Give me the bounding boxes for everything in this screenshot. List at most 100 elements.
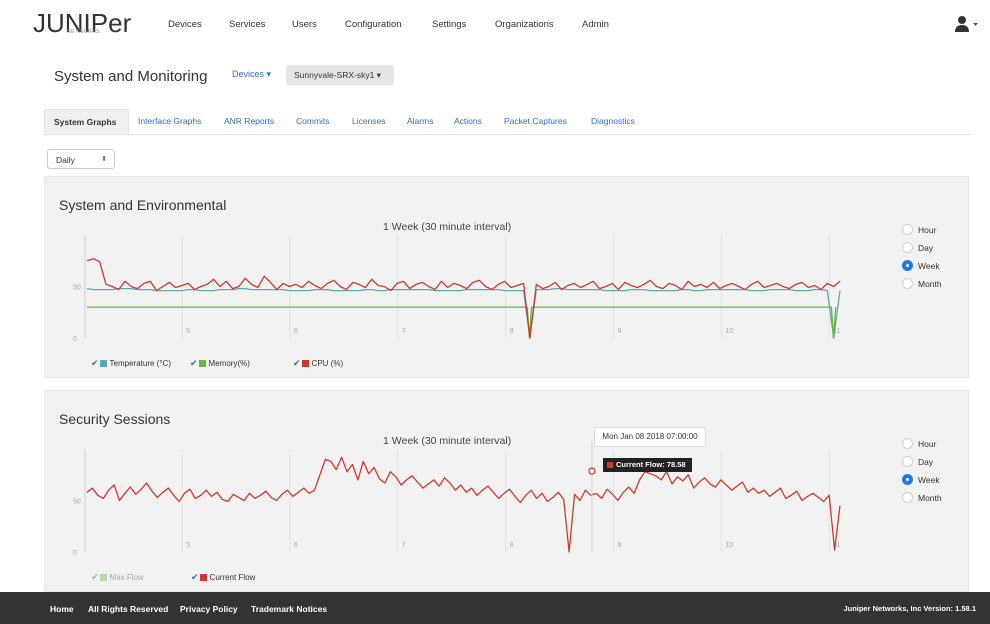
radio-week[interactable]: Week bbox=[902, 471, 942, 489]
cpu-swatch bbox=[301, 360, 309, 367]
radio-day-dot bbox=[902, 242, 913, 253]
security-chart: 5 6 7 8 9 10 11050 bbox=[73, 441, 841, 557]
radio-hour[interactable]: Hour bbox=[902, 221, 942, 239]
radio-day[interactable]: Day bbox=[902, 453, 942, 471]
series-line-cpu bbox=[86, 258, 841, 339]
series-line-current-flow bbox=[86, 456, 841, 553]
radio-hour-dot bbox=[902, 438, 913, 449]
radio-day[interactable]: Day bbox=[902, 239, 942, 257]
tab-diagnostics[interactable]: Diagnostics bbox=[591, 109, 635, 134]
tab-system-graphs[interactable]: System Graphs bbox=[44, 109, 129, 134]
radio-month-label: Month bbox=[918, 493, 942, 503]
legend-cpu-label: CPU (%) bbox=[311, 359, 344, 368]
radio-day-dot bbox=[902, 456, 913, 467]
footer-link-rights[interactable]: All Rights Reserved bbox=[88, 604, 168, 614]
tooltip-swatch bbox=[607, 462, 613, 468]
top-navigation-bar: JUNIPer NETWORKS Devices Services Users … bbox=[0, 0, 990, 50]
user-menu-icon[interactable] bbox=[953, 14, 979, 34]
radio-week-label: Week bbox=[918, 261, 940, 271]
y-tick-label: 50 bbox=[73, 285, 81, 292]
check-icon: ✔ bbox=[191, 572, 199, 582]
tab-licenses[interactable]: Licenses bbox=[352, 109, 386, 134]
legend-current-flow-label: Current Flow bbox=[209, 573, 256, 582]
nav-services[interactable]: Services bbox=[229, 19, 265, 30]
y-tick-label: 0 bbox=[73, 550, 77, 557]
nav-users[interactable]: Users bbox=[292, 19, 317, 30]
select-arrows-icon: ⬍ bbox=[101, 156, 107, 163]
legend-temperature-label: Temperature (°C) bbox=[109, 359, 171, 368]
x-tick-label: 7 bbox=[402, 542, 406, 549]
radio-day-label: Day bbox=[918, 457, 934, 467]
tab-bar: System Graphs Interface Graphs ANR Repor… bbox=[44, 109, 970, 135]
check-icon: ✔ bbox=[91, 572, 99, 582]
check-icon: ✔ bbox=[91, 358, 99, 368]
footer: Home All Rights Reserved Privacy Policy … bbox=[0, 592, 990, 624]
tab-interface-graphs[interactable]: Interface Graphs bbox=[138, 109, 201, 134]
legend-max-flow-label: Max Flow bbox=[109, 573, 144, 582]
tab-packet-captures[interactable]: Packet Captures bbox=[504, 109, 567, 134]
legend-temperature[interactable]: ✔ Temperature (°C) bbox=[91, 358, 171, 369]
x-tick-label: 10 bbox=[725, 542, 733, 549]
x-tick-label: 10 bbox=[725, 328, 733, 335]
memory-swatch bbox=[198, 360, 206, 367]
legend-max-flow[interactable]: ✔ Max Flow bbox=[91, 572, 144, 583]
footer-link-home[interactable]: Home bbox=[50, 604, 74, 614]
radio-month-dot bbox=[902, 278, 913, 289]
radio-month[interactable]: Month bbox=[902, 489, 942, 507]
device-selector[interactable]: Sunnyvale-SRX-sky1 ▾ bbox=[286, 65, 394, 85]
juniper-logo-subtext: NETWORKS bbox=[67, 29, 100, 35]
period-select[interactable]: Daily ⬍ bbox=[47, 149, 115, 169]
footer-link-trademark[interactable]: Trademark Notices bbox=[251, 604, 327, 614]
nav-configuration[interactable]: Configuration bbox=[345, 19, 402, 30]
footer-version: Juniper Networks, Inc Version: 1.58.1 bbox=[843, 604, 976, 613]
page-title: System and Monitoring bbox=[54, 68, 208, 85]
tooltip-point-marker bbox=[588, 467, 596, 475]
legend-current-flow[interactable]: ✔ Current Flow bbox=[191, 572, 255, 583]
radio-week-dot bbox=[902, 474, 913, 485]
x-tick-label: 8 bbox=[510, 542, 514, 549]
y-tick-label: 50 bbox=[73, 499, 81, 506]
current-flow-swatch bbox=[199, 574, 207, 581]
radio-month-dot bbox=[902, 492, 913, 503]
nav-organizations[interactable]: Organizations bbox=[495, 19, 554, 30]
nav-admin[interactable]: Admin bbox=[582, 19, 609, 30]
radio-week[interactable]: Week bbox=[902, 257, 942, 275]
max-flow-swatch bbox=[99, 574, 107, 581]
temperature-swatch bbox=[99, 360, 107, 367]
radio-month-label: Month bbox=[918, 279, 942, 289]
chart-tooltip-date: Mon Jan 08 2018 07:00:00 bbox=[594, 427, 706, 447]
x-tick-label: 9 bbox=[618, 328, 622, 335]
check-icon: ✔ bbox=[190, 358, 198, 368]
system-chart: 5 6 7 8 9 10 11050 bbox=[73, 235, 841, 343]
tab-alarms[interactable]: Alarms bbox=[407, 109, 433, 134]
radio-week-label: Week bbox=[918, 475, 940, 485]
tab-commits[interactable]: Commits bbox=[296, 109, 330, 134]
x-tick-label: 5 bbox=[186, 542, 190, 549]
radio-week-dot bbox=[902, 260, 913, 271]
tooltip-value-text: Current Flow: 78.58 bbox=[616, 460, 686, 469]
legend-cpu[interactable]: ✔ CPU (%) bbox=[293, 358, 343, 369]
x-tick-label: 8 bbox=[510, 328, 514, 335]
series-line-memory bbox=[87, 306, 837, 339]
radio-day-label: Day bbox=[918, 243, 934, 253]
system-environmental-panel: System and Environmental 1 Week (30 minu… bbox=[44, 176, 969, 378]
radio-hour[interactable]: Hour bbox=[902, 435, 942, 453]
tab-actions[interactable]: Actions bbox=[454, 109, 482, 134]
system-range-radios: Hour Day Week Month bbox=[902, 221, 942, 293]
nav-settings[interactable]: Settings bbox=[432, 19, 466, 30]
security-sessions-panel: Security Sessions 1 Week (30 minute inte… bbox=[44, 390, 969, 592]
tab-anr-reports[interactable]: ANR Reports bbox=[224, 109, 274, 134]
security-range-radios: Hour Day Week Month bbox=[902, 435, 942, 507]
x-tick-label: 6 bbox=[294, 542, 298, 549]
footer-link-privacy[interactable]: Privacy Policy bbox=[180, 604, 238, 614]
devices-dropdown-link[interactable]: Devices ▾ bbox=[232, 69, 271, 80]
radio-month[interactable]: Month bbox=[902, 275, 942, 293]
legend-memory[interactable]: ✔ Memory(%) bbox=[190, 358, 250, 369]
check-icon: ✔ bbox=[293, 358, 301, 368]
radio-hour-label: Hour bbox=[918, 225, 937, 235]
radio-hour-label: Hour bbox=[918, 439, 937, 449]
x-tick-label: 7 bbox=[402, 328, 406, 335]
radio-hour-dot bbox=[902, 224, 913, 235]
x-tick-label: 5 bbox=[186, 328, 190, 335]
nav-devices[interactable]: Devices bbox=[168, 19, 202, 30]
